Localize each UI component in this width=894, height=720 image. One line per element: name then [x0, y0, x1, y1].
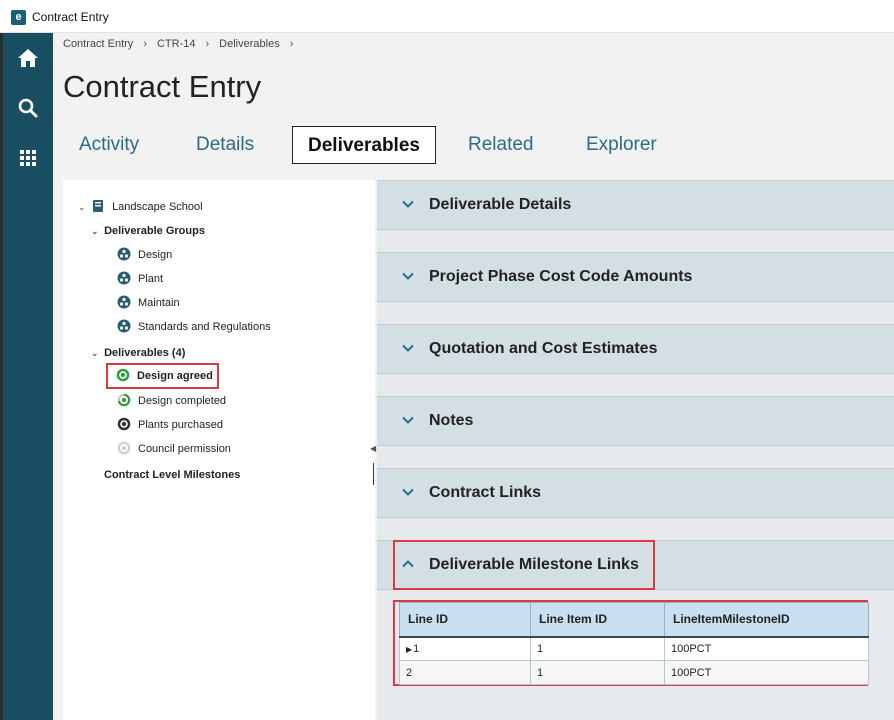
milestone-links-grid: Line ID Line Item ID LineItemMilestoneID…	[399, 602, 869, 685]
status-complete-icon	[116, 368, 130, 382]
tab-details[interactable]: Details	[181, 126, 269, 164]
status-partial-icon	[117, 393, 131, 407]
chevron-down-icon[interactable]: ⌄	[91, 343, 101, 363]
tab-activity[interactable]: Activity	[64, 126, 154, 164]
tree-item-label: Plant	[138, 273, 164, 285]
breadcrumb-separator: ›	[289, 38, 294, 50]
tree-group-standards[interactable]: Standards and Regulations	[117, 317, 271, 337]
cell-value: 1	[413, 642, 420, 655]
side-navigation	[3, 33, 53, 720]
tree-root-landscape-school[interactable]: ⌄ Landscape School	[78, 197, 203, 217]
tree-deliverables[interactable]: ⌄ Deliverables (4)	[91, 343, 185, 363]
tree-deliverable-groups[interactable]: ⌄ Deliverable Groups	[91, 221, 205, 241]
tree-deliverable-design-agreed[interactable]: Design agreed	[106, 363, 219, 389]
tab-bar: Activity Details Deliverables Related Ex…	[53, 126, 894, 166]
section-deliverable-details[interactable]: Deliverable Details	[377, 180, 894, 230]
table-row[interactable]: 2 1 100PCT	[399, 660, 869, 685]
current-row-marker-icon: ▶	[406, 644, 413, 654]
breadcrumb-separator: ›	[143, 38, 147, 50]
chevron-down-icon[interactable]	[401, 197, 415, 211]
tab-deliverables[interactable]: Deliverables	[292, 126, 436, 164]
section-title: Contract Links	[429, 484, 542, 501]
tree-item-label: Maintain	[138, 297, 180, 309]
table-cell[interactable]: 1	[530, 636, 665, 661]
chevron-down-icon[interactable]	[401, 269, 415, 283]
section-quotation-and-cost-estimates[interactable]: Quotation and Cost Estimates	[377, 324, 894, 374]
tree-item-label: Design agreed	[137, 370, 213, 382]
column-header-line-item-id[interactable]: Line Item ID	[530, 602, 665, 638]
tab-explorer[interactable]: Explorer	[571, 126, 672, 164]
tree-deliverable-design-completed[interactable]: Design completed	[117, 391, 226, 411]
tree-item-label: Design	[138, 249, 173, 261]
status-dark-icon	[117, 417, 131, 431]
group-icon	[117, 295, 131, 309]
table-cell[interactable]: 100PCT	[664, 636, 869, 661]
section-deliverable-milestone-links[interactable]: Deliverable Milestone Links	[377, 540, 894, 590]
collapse-panel-icon[interactable]: ◀	[370, 444, 376, 453]
tab-related[interactable]: Related	[453, 126, 549, 164]
section-notes[interactable]: Notes	[377, 396, 894, 446]
table-cell[interactable]: ▶1	[399, 636, 531, 661]
deliverables-tree: ⌄ Landscape School ⌄ Deliverable Groups …	[63, 180, 375, 720]
tree-item-label: Council permission	[138, 443, 231, 455]
tree-group-plant[interactable]: Plant	[117, 269, 163, 289]
tree-group-maintain[interactable]: Maintain	[117, 293, 180, 313]
section-title: Notes	[429, 412, 474, 429]
tree-deliverables-label: Deliverables (4)	[104, 347, 186, 359]
highlight-outline	[393, 540, 655, 590]
tree-deliverable-council-permission[interactable]: Council permission	[117, 439, 231, 459]
chevron-down-icon[interactable]: ⌄	[78, 197, 88, 217]
chevron-down-icon[interactable]	[401, 341, 415, 355]
tree-item-label: Plants purchased	[138, 419, 223, 431]
breadcrumb-deliverables[interactable]: Deliverables	[219, 38, 280, 50]
group-icon	[117, 271, 131, 285]
tree-item-label: Design completed	[138, 395, 227, 407]
section-title: Project Phase Cost Code Amounts	[429, 268, 693, 285]
page-title: Contract Entry	[63, 69, 262, 104]
table-row[interactable]: ▶1 1 100PCT	[399, 636, 869, 661]
chevron-down-icon[interactable]	[401, 485, 415, 499]
window-titlebar: e Contract Entry	[0, 0, 894, 33]
section-contract-links[interactable]: Contract Links	[377, 468, 894, 518]
window-title: Contract Entry	[32, 10, 109, 24]
chevron-down-icon[interactable]	[401, 413, 415, 427]
tree-groups-label: Deliverable Groups	[104, 225, 205, 237]
table-cell[interactable]: 100PCT	[664, 660, 869, 685]
breadcrumb-separator: ›	[205, 38, 210, 50]
group-icon	[117, 247, 131, 261]
tree-root-label: Landscape School	[112, 201, 203, 213]
details-panel: Deliverable Details Project Phase Cost C…	[377, 180, 894, 720]
column-header-line-item-milestone-id[interactable]: LineItemMilestoneID	[664, 602, 869, 638]
section-title: Deliverable Details	[429, 196, 572, 213]
chevron-down-icon[interactable]: ⌄	[91, 221, 101, 241]
section-project-phase-cost-code-amounts[interactable]: Project Phase Cost Code Amounts	[377, 252, 894, 302]
breadcrumb: Contract Entry › CTR-14 › Deliverables ›	[63, 38, 303, 50]
tree-group-design[interactable]: Design	[117, 245, 172, 265]
search-icon[interactable]	[16, 96, 40, 120]
status-pending-icon	[117, 441, 131, 455]
home-icon[interactable]	[16, 46, 40, 70]
section-title: Quotation and Cost Estimates	[429, 340, 658, 357]
book-icon	[91, 199, 105, 213]
breadcrumb-contract-entry[interactable]: Contract Entry	[63, 38, 133, 50]
main-content: Contract Entry › CTR-14 › Deliverables ›…	[53, 33, 894, 720]
breadcrumb-ctr-14[interactable]: CTR-14	[157, 38, 196, 50]
tree-contract-level-milestones[interactable]: Contract Level Milestones	[104, 465, 240, 485]
app-logo-icon: e	[11, 10, 26, 25]
tree-deliverable-plants-purchased[interactable]: Plants purchased	[117, 415, 223, 435]
tree-item-label: Standards and Regulations	[138, 321, 271, 333]
column-header-line-id[interactable]: Line ID	[399, 602, 531, 638]
table-cell[interactable]: 2	[399, 660, 531, 685]
apps-grid-icon[interactable]	[16, 146, 40, 170]
group-icon	[117, 319, 131, 333]
table-cell[interactable]: 1	[530, 660, 665, 685]
panel-splitter[interactable]	[373, 463, 374, 485]
